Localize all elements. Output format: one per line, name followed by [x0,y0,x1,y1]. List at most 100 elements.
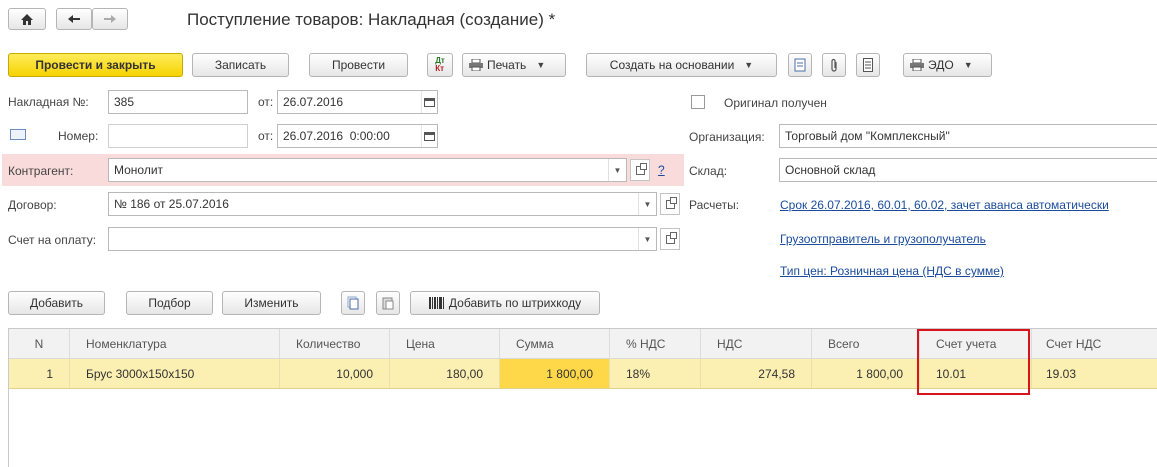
shipper-consignee-link[interactable]: Грузоотправитель и грузополучатель [780,232,986,246]
dt-kt-button[interactable]: Дт Кт [427,53,453,77]
cell-n[interactable]: 1 [9,359,70,388]
account-column-highlight [917,329,1030,395]
cell-total[interactable]: 1 800,00 [812,359,920,388]
calendar-icon[interactable] [421,91,437,113]
invoice-date-field[interactable]: 26.07.2016 [277,90,438,114]
counterparty-value: Монолит [114,163,164,177]
number-datetime-field[interactable]: 26.07.2016 0:00:00 [277,124,438,148]
copy-row-button[interactable] [341,291,365,315]
edo-icon [910,59,924,71]
home-button[interactable] [8,8,46,30]
contract-label: Договор: [8,198,57,212]
cell-vat[interactable]: 274,58 [701,359,812,388]
payment-invoice-field[interactable]: ▼ [108,227,657,251]
list-button[interactable] [856,53,880,77]
contract-field[interactable]: № 186 от 25.07.2016 ▼ [108,192,657,216]
printer-icon [469,59,483,71]
window-title: Поступление товаров: Накладная (создание… [187,10,556,29]
cell-sum[interactable]: 1 800,00 [500,359,610,388]
col-header-sum[interactable]: Сумма [500,329,610,358]
payment-invoice-label: Счет на оплату: [8,233,97,247]
pick-button[interactable]: Подбор [126,291,213,315]
edo-label: ЭДО [928,58,954,72]
number-label: Номер: [58,129,99,143]
calendar-icon[interactable] [421,125,437,147]
invoice-no-label: Накладная №: [8,95,89,109]
number-datetime-value: 26.07.2016 0:00:00 [283,129,390,143]
col-header-price[interactable]: Цена [390,329,500,358]
add-by-barcode-label: Добавить по штрихкоду [448,296,582,310]
list-icon [863,58,873,72]
open-icon [635,162,647,175]
post-and-close-button[interactable]: Провести и закрыть [8,53,183,77]
open-contract-button[interactable] [660,193,680,215]
dropdown-arrow-icon[interactable]: ▼ [608,159,626,181]
edit-button[interactable]: Изменить [222,291,321,315]
dropdown-arrow-icon[interactable]: ▼ [638,193,656,215]
add-row-button[interactable]: Добавить [8,291,105,315]
warehouse-field[interactable]: Основной склад [779,158,1157,182]
edo-button[interactable]: ЭДО ▼ [903,53,992,77]
paperclip-icon [831,58,837,72]
col-header-vat[interactable]: НДС [701,329,812,358]
open-icon [665,231,677,244]
organization-field[interactable]: Торговый дом "Комплексный" [779,124,1157,148]
col-header-nomenclature[interactable]: Номенклатура [70,329,280,358]
invoice-no-value: 385 [114,95,135,109]
comment-icon[interactable] [10,129,26,140]
forward-button[interactable] [92,8,128,30]
create-based-on-button[interactable]: Создать на основании ▼ [586,53,777,77]
chevron-down-icon: ▼ [744,60,754,70]
col-header-quantity[interactable]: Количество [280,329,390,358]
arrow-left-icon [68,15,80,23]
invoice-no-field[interactable]: 385 [108,90,248,114]
invoice-date-label: от: [258,95,274,109]
report-button[interactable] [788,53,812,77]
paste-row-button[interactable] [376,291,400,315]
cell-vat-rate[interactable]: 18% [610,359,701,388]
chevron-down-icon: ▼ [963,60,973,70]
dropdown-arrow-icon[interactable]: ▼ [638,228,656,250]
post-button[interactable]: Провести [309,53,408,77]
dt-kt-icon: Дт Кт [435,56,445,73]
col-header-total[interactable]: Всего [812,329,920,358]
cell-quantity[interactable]: 10,000 [280,359,390,388]
open-icon [665,196,677,209]
cell-nomenclature[interactable]: Брус 3000х150х150 [70,359,280,388]
create-based-on-label: Создать на основании [609,58,735,72]
settlements-label: Расчеты: [689,198,740,212]
organization-value: Торговый дом "Комплексный" [785,129,950,143]
cell-vat-account[interactable]: 19.03 [1032,359,1157,388]
arrow-right-icon [104,15,116,23]
col-header-n[interactable]: N [9,329,70,358]
save-button[interactable]: Записать [192,53,289,77]
open-counterparty-button[interactable] [630,159,650,181]
cell-price[interactable]: 180,00 [390,359,500,388]
copy-icon [347,296,359,310]
number-date-label: от: [258,129,274,143]
col-header-vat-account[interactable]: Счет НДС [1032,329,1157,358]
settlements-link[interactable]: Срок 26.07.2016, 60.01, 60.02, зачет ава… [780,198,1109,212]
back-button[interactable] [56,8,92,30]
organization-label: Организация: [689,130,765,144]
print-label: Печать [487,58,527,72]
price-type-link[interactable]: Тип цен: Розничная цена (НДС в сумме) [780,264,1004,278]
home-icon [21,13,33,25]
original-received-checkbox[interactable] [691,95,705,109]
chevron-down-icon: ▼ [536,60,546,70]
open-payment-invoice-button[interactable] [660,228,680,250]
original-received-label: Оригинал получен [724,96,827,110]
counterparty-label: Контрагент: [8,164,74,178]
warehouse-label: Склад: [689,164,728,178]
invoice-date-value: 26.07.2016 [283,95,344,109]
help-link[interactable]: ? [658,163,665,177]
print-button[interactable]: Печать ▼ [462,53,566,77]
number-field[interactable] [108,124,248,148]
attach-button[interactable] [822,53,846,77]
contract-value: № 186 от 25.07.2016 [114,197,229,211]
add-by-barcode-button[interactable]: Добавить по штрихкоду [410,291,600,315]
col-header-vat-rate[interactable]: % НДС [610,329,701,358]
counterparty-field[interactable]: Монолит ▼ [108,158,627,182]
warehouse-value: Основной склад [785,163,876,177]
barcode-icon [428,297,444,309]
